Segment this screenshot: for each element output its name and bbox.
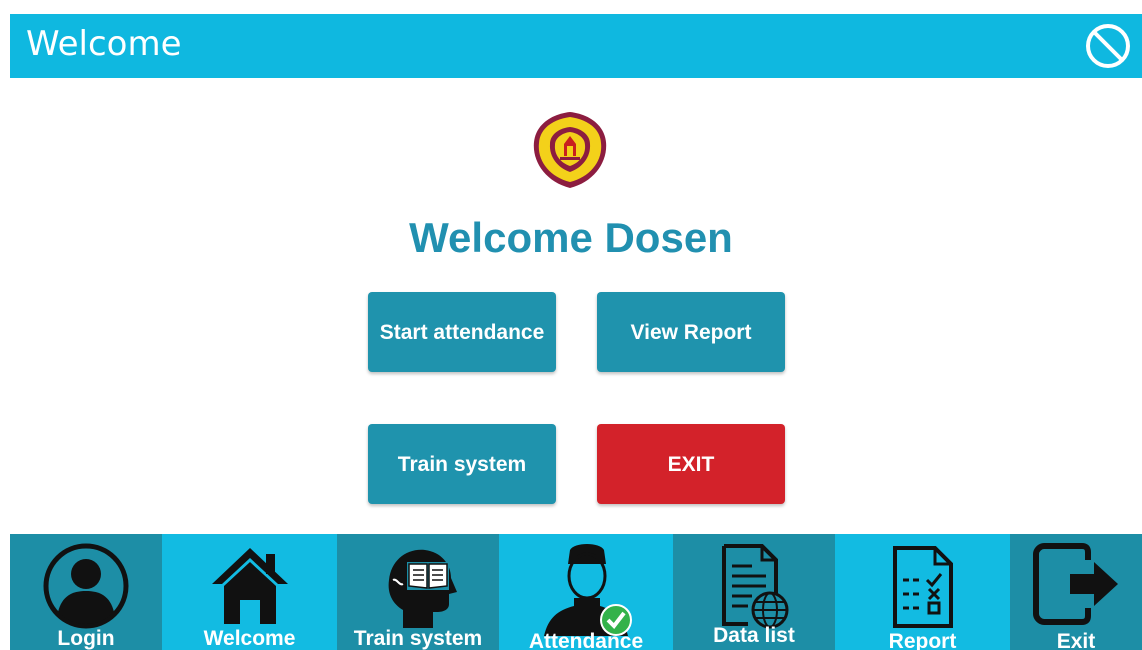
- nav-label-report: Report: [888, 630, 957, 650]
- nav-item-report[interactable]: Report: [835, 534, 1010, 650]
- head-book-icon: [388, 549, 457, 628]
- window-title: Welcome: [26, 24, 182, 64]
- start-attendance-button[interactable]: Start attendance: [368, 292, 556, 372]
- exit-button[interactable]: EXIT: [597, 424, 785, 504]
- nav-item-exit[interactable]: Exit: [1010, 534, 1142, 650]
- home-icon: [211, 548, 288, 624]
- nav-label-attendance: Attendance: [528, 630, 644, 650]
- user-circle-icon: [43, 543, 129, 629]
- train-system-button[interactable]: Train system: [368, 424, 556, 504]
- nav-item-data-list[interactable]: Data list: [673, 534, 835, 650]
- university-logo: [530, 110, 610, 190]
- nav-label-data-list: Data list: [713, 624, 795, 647]
- nav-item-attendance[interactable]: Attendance: [499, 534, 673, 650]
- view-report-button[interactable]: View Report: [597, 292, 785, 372]
- welcome-heading: Welcome Dosen: [409, 214, 733, 261]
- title-bar: Welcome: [10, 14, 1142, 78]
- exit-door-icon: [1033, 543, 1118, 625]
- nav-label-welcome: Welcome: [203, 627, 296, 650]
- nav-label-train-system: Train system: [353, 627, 483, 650]
- nav-item-train-system[interactable]: Train system: [337, 534, 499, 650]
- person-check-icon: [544, 544, 632, 636]
- block-icon[interactable]: [1084, 22, 1132, 70]
- nav-item-welcome[interactable]: Welcome: [162, 534, 337, 650]
- nav-item-login[interactable]: Login: [10, 534, 162, 650]
- bottom-nav: Login Welcome Train system Attendance Da…: [10, 534, 1142, 650]
- nav-label-exit: Exit: [1056, 630, 1096, 650]
- checklist-icon: [892, 546, 953, 628]
- document-globe-icon: [722, 544, 789, 629]
- app-window: Welcome Welcome Dosen Start attendance V…: [0, 0, 1142, 650]
- nav-label-login: Login: [57, 627, 115, 650]
